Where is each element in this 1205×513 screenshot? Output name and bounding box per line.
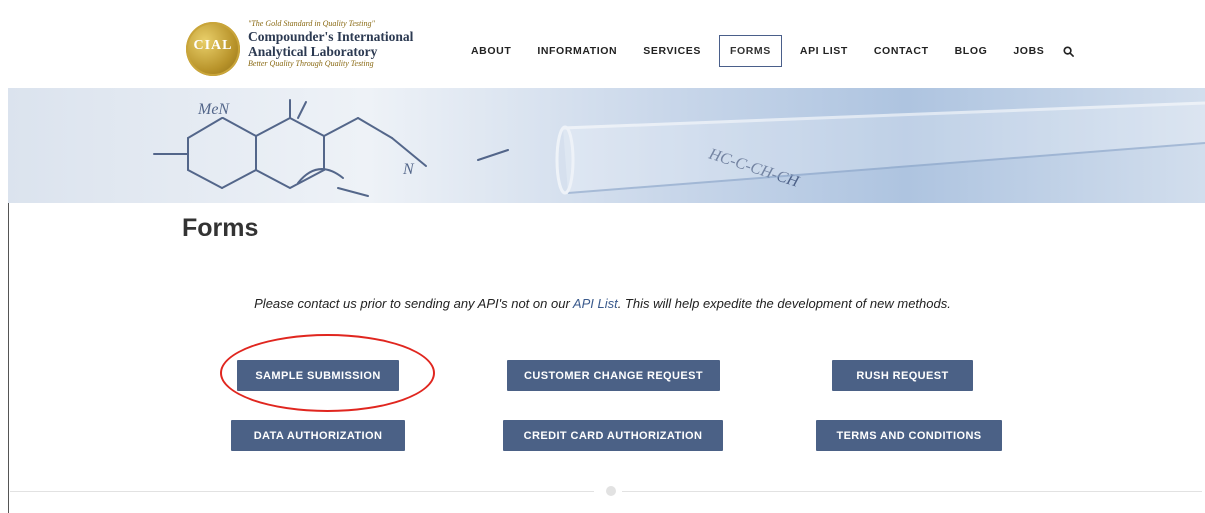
data-authorization-button[interactable]: DATA AUTHORIZATION <box>231 420 405 451</box>
site-logo[interactable]: CIAL "The Gold Standard in Quality Testi… <box>186 17 426 77</box>
customer-change-request-button[interactable]: CUSTOMER CHANGE REQUEST <box>507 360 720 391</box>
page-title: Forms <box>182 214 259 242</box>
red-annotation-circle <box>220 334 435 412</box>
logo-text: "The Gold Standard in Quality Testing" C… <box>248 19 428 69</box>
brand-tagline: "The Gold Standard in Quality Testing" <box>248 19 375 28</box>
nav-information[interactable]: INFORMATION <box>524 35 630 67</box>
credit-card-authorization-button[interactable]: CREDIT CARD AUTHORIZATION <box>503 420 723 451</box>
divider-dot <box>606 486 616 496</box>
divider-left <box>10 491 594 492</box>
nav-services[interactable]: SERVICES <box>630 35 714 67</box>
rush-request-button[interactable]: RUSH REQUEST <box>832 360 973 391</box>
formula-left: MeN <box>197 101 230 118</box>
seal-text: CIAL <box>193 38 233 53</box>
notice-text-pre: Please contact us prior to sending any A… <box>254 296 573 311</box>
formula-mid: N <box>402 161 415 178</box>
company-name-line2: Analytical Laboratory <box>248 44 378 59</box>
nav-blog[interactable]: BLOG <box>942 35 1001 67</box>
nav-jobs[interactable]: JOBS <box>1000 35 1057 67</box>
hero-banner: MeN N HC-C-CH-CH <box>8 88 1205 203</box>
nav-contact[interactable]: CONTACT <box>861 35 942 67</box>
chemistry-illustration: MeN N HC-C-CH-CH <box>153 99 1205 197</box>
company-name-line1: Compounder's International <box>248 29 414 44</box>
site-header: CIAL "The Gold Standard in Quality Testi… <box>0 0 1205 88</box>
divider-right <box>622 491 1202 492</box>
nav-about[interactable]: ABOUT <box>458 35 524 67</box>
main-nav: ABOUT INFORMATION SERVICES FORMS API LIS… <box>458 35 1075 67</box>
notice-text-post: . This will help expedite the developmen… <box>617 296 951 311</box>
nav-forms[interactable]: FORMS <box>718 35 782 67</box>
nav-api-list[interactable]: API LIST <box>787 35 861 67</box>
api-list-link[interactable]: API List <box>573 296 618 311</box>
search-icon[interactable] <box>1061 35 1075 67</box>
brand-subtag: Better Quality Through Quality Testing <box>248 59 374 68</box>
terms-and-conditions-button[interactable]: TERMS AND CONDITIONS <box>816 420 1002 451</box>
api-notice: Please contact us prior to sending any A… <box>0 296 1205 311</box>
